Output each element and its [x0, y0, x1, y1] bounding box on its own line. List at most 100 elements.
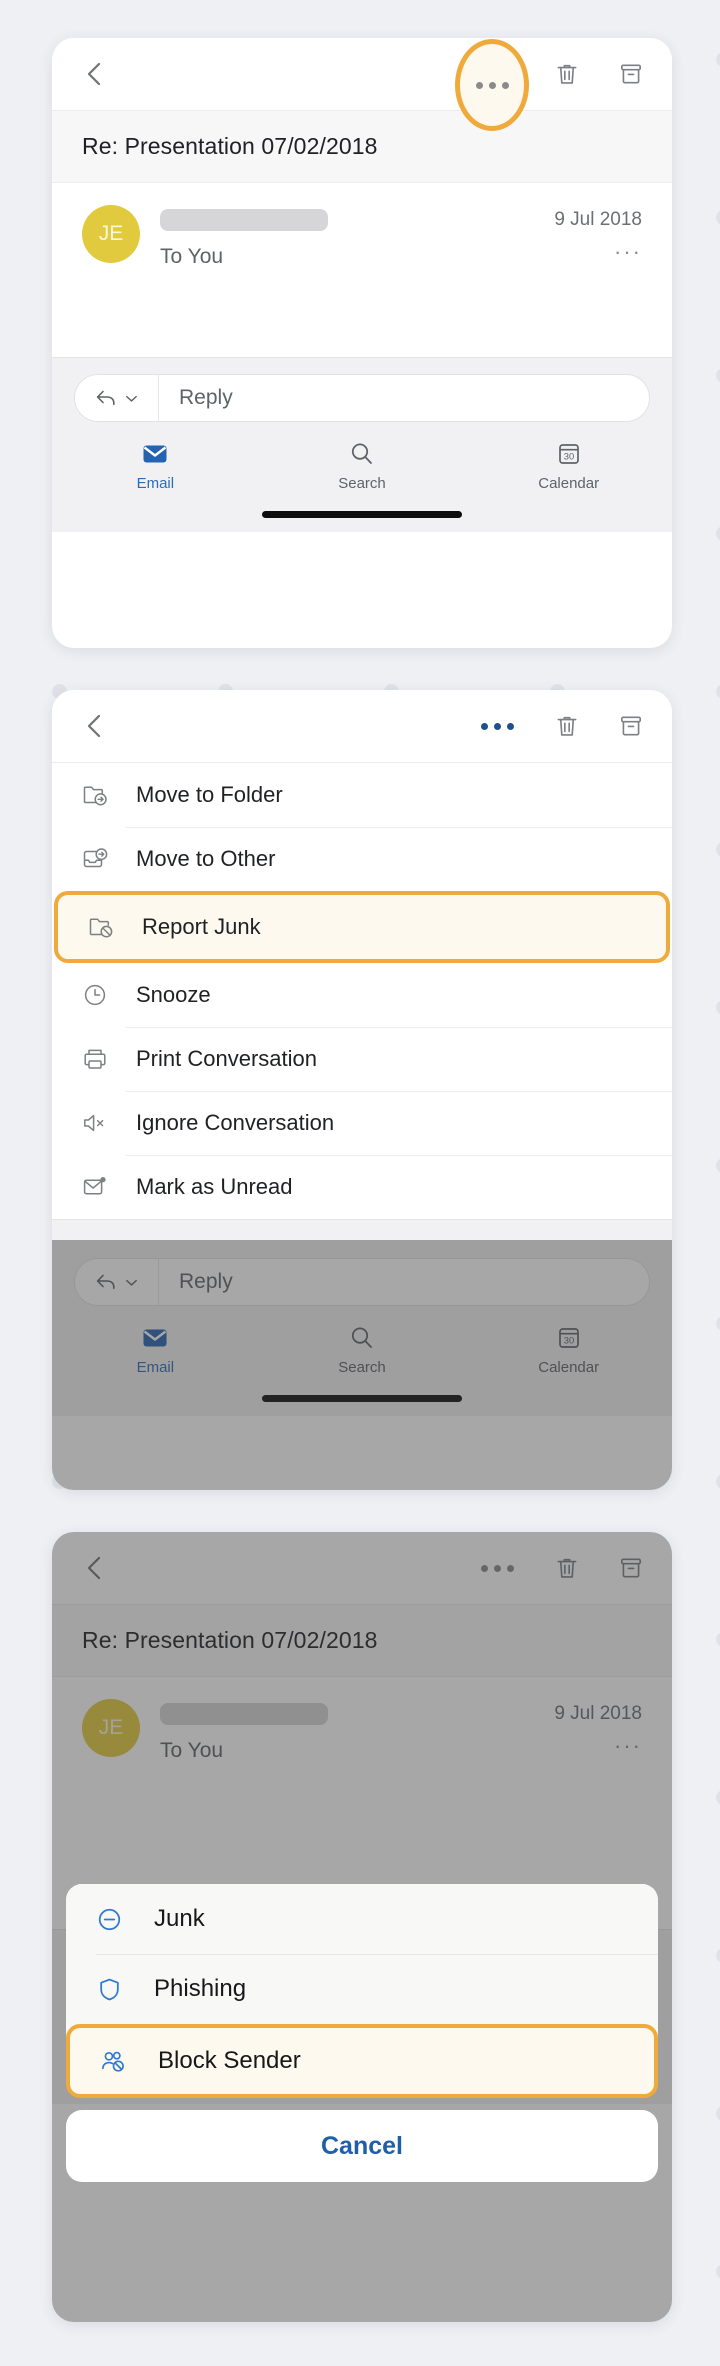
menu-item-report-junk[interactable]: Report Junk: [54, 891, 670, 963]
message-date: 9 Jul 2018: [554, 1703, 642, 1724]
action-sheet-label: Block Sender: [158, 2047, 301, 2074]
menu-item-mark-as-unread[interactable]: Mark as Unread: [52, 1155, 672, 1219]
search-icon: [351, 1327, 372, 1348]
menu-item-snooze[interactable]: Snooze: [52, 963, 672, 1027]
screen2-navbar: [52, 690, 672, 762]
avatar: JE: [82, 1699, 140, 1757]
envelope-icon: [143, 1329, 167, 1347]
action-sheet-label: Junk: [154, 1905, 205, 1932]
reply-input-placeholder[interactable]: Reply: [159, 1270, 233, 1294]
tab-email-label: Email: [136, 475, 175, 492]
menu-item-print-conversation[interactable]: Print Conversation: [52, 1027, 672, 1091]
reply-mode-selector[interactable]: [75, 375, 159, 421]
archive-icon[interactable]: [616, 59, 646, 89]
inbox-move-icon: [82, 846, 128, 872]
menu-item-move-to-folder[interactable]: Move to Folder: [52, 763, 672, 827]
envelope-icon: [143, 445, 167, 463]
reply-input-placeholder[interactable]: Reply: [159, 386, 233, 410]
menu-item-label: Mark as Unread: [136, 1174, 293, 1199]
screen-2-more-menu: Move to Folder Move to Other Report Junk…: [52, 690, 672, 1490]
email-subject: Re: Presentation 07/02/2018: [52, 110, 672, 183]
menu-item-label: Move to Folder: [136, 782, 283, 807]
reply-icon: [96, 390, 115, 406]
more-options-button[interactable]: [476, 711, 518, 741]
screen1-tabbar: Email Search 30 Calendar: [52, 430, 672, 496]
tab-calendar-label: Calendar: [538, 1359, 600, 1376]
message-body-area: [52, 285, 672, 357]
reply-bar[interactable]: Reply: [74, 1258, 650, 1306]
clock-icon: [82, 982, 128, 1008]
calendar-icon: 30: [558, 444, 579, 464]
chevron-down-icon: [126, 395, 137, 402]
trash-icon[interactable]: [552, 59, 582, 89]
back-chevron-icon[interactable]: [82, 61, 108, 87]
screen-1-email-detail: Re: Presentation 07/02/2018 JE To You 9 …: [52, 38, 672, 648]
report-junk-action-sheet: Junk Phishing Block Sender Cancel: [66, 1884, 658, 2182]
folder-block-icon: [88, 914, 134, 940]
tab-calendar-label: Calendar: [538, 475, 600, 492]
sender-name-redacted: [160, 209, 328, 231]
menu-item-move-to-other[interactable]: Move to Other: [52, 827, 672, 891]
ellipsis-icon[interactable]: [475, 81, 509, 89]
screen2-reply-area: Reply: [52, 1219, 672, 1314]
back-chevron-icon[interactable]: [82, 1555, 108, 1581]
action-phishing[interactable]: Phishing: [66, 1954, 658, 2024]
archive-icon[interactable]: [616, 1553, 646, 1583]
svg-text:30: 30: [563, 1335, 573, 1346]
sender-name-redacted: [160, 1703, 328, 1725]
message-date: 9 Jul 2018: [554, 209, 642, 230]
screen2-tabbar: Email Search 30 Calendar: [52, 1314, 672, 1380]
recipient-label: To You: [160, 245, 224, 268]
highlight-ring-more-options[interactable]: [455, 39, 529, 131]
cancel-button[interactable]: Cancel: [66, 2110, 658, 2182]
archive-icon[interactable]: [616, 711, 646, 741]
home-indicator: [52, 1380, 672, 1416]
action-block-sender[interactable]: Block Sender: [66, 2024, 658, 2098]
tab-search[interactable]: Search: [259, 1324, 466, 1376]
menu-item-label: Print Conversation: [136, 1046, 317, 1071]
svg-text:30: 30: [563, 451, 573, 462]
tab-email-label: Email: [136, 1359, 175, 1376]
home-indicator: [52, 496, 672, 532]
menu-item-label: Report Junk: [142, 914, 261, 939]
more-options-button[interactable]: [476, 1553, 518, 1583]
reply-icon: [96, 1274, 115, 1290]
minus-circle-icon: [96, 1906, 142, 1933]
trash-icon[interactable]: [552, 711, 582, 741]
menu-item-label: Ignore Conversation: [136, 1110, 335, 1135]
tab-search[interactable]: Search: [259, 440, 466, 492]
screen1-reply-area: Reply: [52, 357, 672, 430]
more-options-menu: Move to Folder Move to Other Report Junk…: [52, 762, 672, 1219]
trash-icon[interactable]: [552, 1553, 582, 1583]
calendar-icon: 30: [558, 1328, 579, 1348]
screen-3-report-junk-sheet: Re: Presentation 07/02/2018 JE To You 9 …: [52, 1532, 672, 2322]
screen3-navbar: [52, 1532, 672, 1604]
cancel-button-label: Cancel: [321, 2131, 403, 2160]
chevron-down-icon: [126, 1279, 137, 1286]
menu-item-label: Move to Other: [136, 846, 276, 871]
menu-item-label: Snooze: [136, 982, 211, 1007]
message-header-row[interactable]: JE To You 9 Jul 2018 ···: [52, 1677, 672, 1779]
action-sheet-options: Junk Phishing Block Sender: [66, 1884, 658, 2098]
tab-calendar[interactable]: 30 Calendar: [465, 440, 672, 492]
speaker-mute-icon: [82, 1110, 128, 1136]
message-more-icon[interactable]: ···: [554, 1735, 642, 1757]
action-junk[interactable]: Junk: [66, 1884, 658, 1954]
ellipsis-icon: [480, 1564, 514, 1572]
tab-search-label: Search: [338, 475, 386, 492]
tab-email[interactable]: Email: [52, 440, 259, 492]
message-header-row[interactable]: JE To You 9 Jul 2018 ···: [52, 183, 672, 285]
reply-mode-selector[interactable]: [75, 1259, 159, 1305]
tab-calendar[interactable]: 30 Calendar: [465, 1324, 672, 1376]
back-chevron-icon[interactable]: [82, 713, 108, 739]
shield-icon: [96, 1976, 142, 2003]
message-more-icon[interactable]: ···: [554, 241, 642, 263]
avatar: JE: [82, 205, 140, 263]
envelope-dot-icon: [82, 1174, 128, 1200]
reply-bar[interactable]: Reply: [74, 374, 650, 422]
menu-item-ignore-conversation[interactable]: Ignore Conversation: [52, 1091, 672, 1155]
tab-email[interactable]: Email: [52, 1324, 259, 1376]
person-block-icon: [100, 2048, 146, 2075]
printer-icon: [82, 1046, 128, 1072]
email-subject: Re: Presentation 07/02/2018: [52, 1604, 672, 1677]
